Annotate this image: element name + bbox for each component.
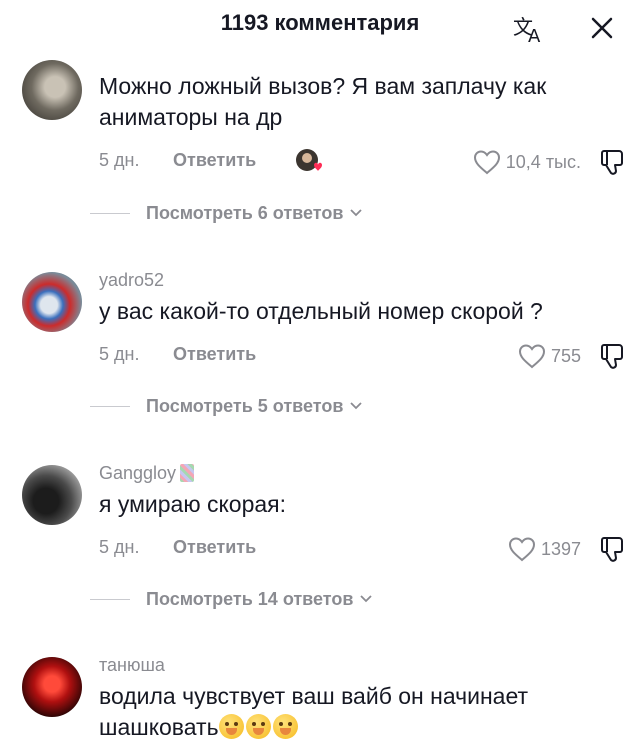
heart-icon[interactable] <box>507 535 537 563</box>
comments-header: 1193 комментария 文 A <box>0 0 640 56</box>
comment-item: yadro52 у вас какой-то отдельный номер с… <box>0 270 640 430</box>
comment-meta: 5 дн. Ответить 1397 <box>99 535 629 563</box>
comment-meta: 5 дн. Ответить 755 <box>99 342 629 370</box>
comment-username-text: Gangglоy <box>99 463 177 483</box>
like-count: 10,4 тыс. <box>505 151 581 172</box>
svg-text:A: A <box>528 26 541 44</box>
comment-item: Gangglоy я умираю скорая: 5 дн. Ответить… <box>0 463 640 623</box>
dislike-icon[interactable] <box>599 147 629 177</box>
view-replies-button[interactable]: Посмотреть 14 ответов <box>90 587 373 611</box>
like-control: 1397 <box>429 535 629 563</box>
comment-item: Можно ложный вызов? Я вам заплачу как ан… <box>0 58 640 238</box>
like-count: 1397 <box>540 538 581 559</box>
view-replies-label: Посмотреть 5 ответов <box>146 395 344 416</box>
emoji-icon <box>245 714 271 739</box>
reply-button[interactable]: Ответить <box>173 344 256 365</box>
divider <box>90 598 130 600</box>
avatar[interactable] <box>22 272 82 332</box>
comment-text: я умираю скорая: <box>99 491 287 517</box>
divider <box>90 212 130 214</box>
chevron-down-icon <box>360 595 373 603</box>
comment-date: 5 дн. <box>99 537 140 557</box>
comment-text-content: водила чувствует ваш вайб он начинает ша… <box>99 683 529 740</box>
divider <box>90 405 130 407</box>
view-replies-label: Посмотреть 6 ответов <box>146 202 344 223</box>
comment-username[interactable]: Gangglоy <box>99 463 195 484</box>
reply-button[interactable]: Ответить <box>173 537 256 558</box>
heart-icon[interactable] <box>517 342 547 370</box>
like-count: 755 <box>550 345 581 366</box>
chevron-down-icon <box>350 209 363 217</box>
view-replies-label: Посмотреть 14 ответов <box>146 588 354 609</box>
comment-username[interactable]: танюша <box>99 655 165 676</box>
chevron-down-icon <box>350 402 363 410</box>
comment-item: танюша водила чувствует ваш вайб он начи… <box>0 655 640 753</box>
comment-username[interactable]: yadro52 <box>99 270 164 291</box>
like-control: 755 <box>429 342 629 370</box>
comment-text: Можно ложный вызов? Я вам заплачу как ан… <box>99 73 547 130</box>
dislike-icon[interactable] <box>599 341 629 371</box>
avatar[interactable] <box>22 465 82 525</box>
reply-button[interactable]: Ответить <box>173 150 256 171</box>
view-replies-button[interactable]: Посмотреть 6 ответов <box>90 201 363 225</box>
comment-text: водила чувствует ваш вайб он начинает ша… <box>99 681 619 743</box>
comment-meta: 5 дн. Ответить 10,4 тыс. <box>99 148 629 176</box>
emoji-icon <box>272 714 298 739</box>
comment-text: у вас какой-то отдельный номер скорой ? <box>99 298 543 324</box>
heart-icon[interactable] <box>472 148 502 176</box>
emoji-icon <box>218 714 244 739</box>
comment-date: 5 дн. <box>99 150 140 170</box>
translate-icon[interactable]: 文 A <box>512 12 546 44</box>
comment-date: 5 дн. <box>99 344 140 364</box>
like-control: 10,4 тыс. <box>429 148 629 176</box>
close-icon[interactable] <box>588 14 616 42</box>
flag-icon <box>180 464 195 482</box>
dislike-icon[interactable] <box>599 534 629 564</box>
avatar[interactable] <box>22 60 82 120</box>
creator-liked-icon <box>296 149 322 171</box>
view-replies-button[interactable]: Посмотреть 5 ответов <box>90 394 363 418</box>
avatar[interactable] <box>22 657 82 717</box>
